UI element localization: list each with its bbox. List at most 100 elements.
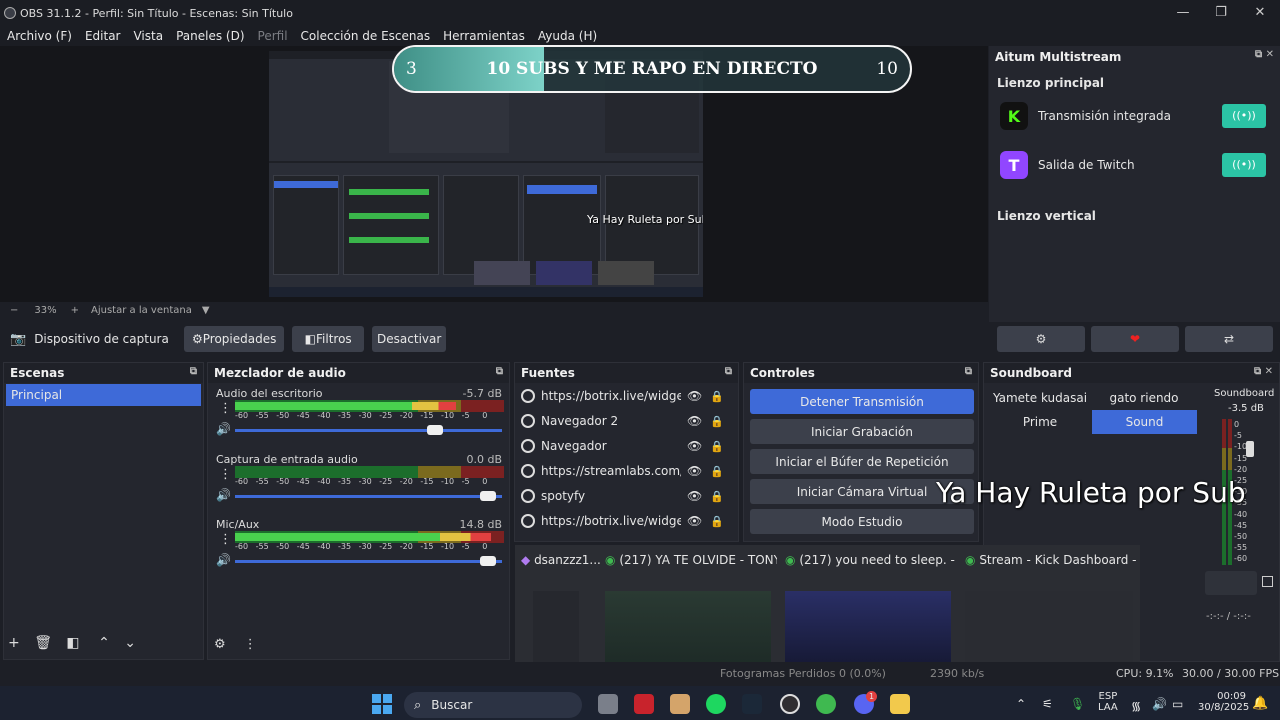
source-item[interactable]: https://botrix.live/widgets/g 👁 🔒 (521, 385, 735, 407)
stream-toggle-button[interactable]: ((•)) (1222, 153, 1266, 177)
source-item[interactable]: https://streamlabs.com/ale 👁 🔒 (521, 460, 735, 482)
eye-icon[interactable]: 👁 (687, 489, 702, 503)
volume-slider-knob[interactable] (427, 425, 444, 435)
fit-window-dropdown[interactable]: Ajustar a la ventana (91, 305, 192, 316)
eye-icon[interactable]: 👁 (687, 514, 702, 528)
filter-icon[interactable]: ◧ (66, 635, 79, 651)
battery-icon[interactable]: ▭ (1172, 697, 1183, 711)
obs-icon[interactable] (780, 694, 800, 714)
add-icon[interactable]: + (8, 635, 20, 651)
volume-slider-knob[interactable] (480, 556, 497, 566)
source-item[interactable]: https://botrix.live/widgets/e 👁 🔒 (521, 510, 735, 532)
minimize-button[interactable]: — (1168, 4, 1198, 22)
eye-icon[interactable]: 👁 (687, 464, 702, 478)
menu-help[interactable]: Ayuda (H) (538, 29, 597, 43)
speaker-icon[interactable]: 🔊 (216, 422, 231, 436)
soundboard-checkbox[interactable] (1262, 576, 1273, 587)
stop-streaming-button[interactable]: Detener Transmisión (750, 389, 974, 414)
lock-icon[interactable]: 🔒 (710, 490, 724, 503)
sound-gato-button[interactable]: gato riendo (1094, 387, 1194, 409)
sound-sound-button[interactable]: Sound (1092, 410, 1197, 434)
maximize-button[interactable]: ❐ (1206, 4, 1236, 22)
notification-bell-icon[interactable]: 🔔 (1252, 696, 1268, 711)
scene-item-principal[interactable]: Principal (6, 384, 201, 406)
donate-heart-button[interactable]: ❤ (1091, 326, 1179, 352)
task-view-icon[interactable] (598, 694, 618, 714)
spotify-icon[interactable] (706, 694, 726, 714)
microphone-icon[interactable]: 🎙 (1070, 697, 1085, 711)
eye-icon[interactable]: 👁 (687, 389, 702, 403)
start-recording-button[interactable]: Iniciar Grabación (750, 419, 974, 444)
eye-icon[interactable]: 👁 (687, 414, 702, 428)
menu-view[interactable]: Vista (133, 29, 163, 43)
settings-gear-button[interactable]: ⚙ (997, 326, 1085, 352)
share-button[interactable]: ⇄ (1185, 326, 1273, 352)
menu-tools[interactable]: Herramientas (443, 29, 525, 43)
volume-slider-knob[interactable] (480, 491, 497, 501)
thumb-preview-0[interactable] (533, 591, 579, 669)
volume-slider[interactable] (235, 556, 502, 566)
menu-dots-icon[interactable]: ⋮ (219, 467, 232, 482)
windows-start-icon[interactable] (372, 694, 392, 714)
chrome-icon[interactable] (816, 694, 836, 714)
soundboard-volume-knob[interactable] (1246, 441, 1254, 457)
dock-undock-icon[interactable]: ⧉ (965, 366, 972, 377)
app-icon-tan[interactable] (670, 694, 690, 714)
speaker-icon[interactable]: 🔊 (216, 488, 231, 502)
tray-chevron-up-icon[interactable]: ⌃ (1016, 697, 1026, 711)
thumb-preview-2[interactable] (785, 591, 951, 669)
filters-button[interactable]: ◧ Filtros (292, 326, 365, 352)
properties-button[interactable]: ⚙ Propiedades (184, 326, 285, 352)
thumb-preview-3[interactable] (965, 591, 1133, 669)
chevron-down-icon[interactable]: ▼ (202, 305, 210, 316)
eye-icon[interactable]: 👁 (687, 439, 702, 453)
zoom-in-button[interactable]: + (71, 305, 79, 316)
menu-scene-collection[interactable]: Colección de Escenas (301, 29, 431, 43)
close-button[interactable]: ✕ (1245, 4, 1275, 22)
deactivate-button[interactable]: Desactivar (372, 326, 447, 352)
lock-icon[interactable]: 🔒 (710, 415, 724, 428)
studio-mode-button[interactable]: Modo Estudio (750, 509, 974, 534)
lock-icon[interactable]: 🔒 (710, 390, 724, 403)
chevron-down-icon[interactable]: ⌄ (124, 635, 136, 651)
lock-icon[interactable]: 🔒 (710, 515, 724, 528)
language-indicator[interactable]: ESP LAA (1098, 691, 1118, 713)
dock-controls-icon[interactable]: ⧉ ✕ (1255, 49, 1274, 60)
menu-docks[interactable]: Paneles (D) (176, 29, 244, 43)
volume-slider[interactable] (235, 491, 502, 501)
menu-dots-icon[interactable]: ⋮ (219, 532, 232, 547)
source-item[interactable]: Navegador 👁 🔒 (521, 435, 735, 457)
taskbar-search[interactable]: ⌕ Buscar (404, 692, 582, 718)
zoom-out-button[interactable]: − (10, 305, 18, 316)
menu-dots-icon[interactable]: ⋮ (219, 401, 232, 416)
thumb-title-1[interactable]: ◉ (217) YA TE OLVIDE - TONY... (605, 553, 777, 567)
sound-yamete-button[interactable]: Yamete kudasai (990, 387, 1090, 409)
volume-icon[interactable]: 🔊 (1152, 697, 1167, 711)
app-icon-red[interactable] (634, 694, 654, 714)
steam-icon[interactable] (742, 694, 762, 714)
thumb-title-2[interactable]: ◉ (217) you need to sleep. - Y... (785, 553, 957, 567)
trash-icon[interactable]: 🗑 (34, 635, 52, 651)
dock-undock-icon[interactable]: ⧉ (725, 366, 732, 377)
chevron-up-icon[interactable]: ⌃ (98, 635, 110, 651)
speaker-icon[interactable]: 🔊 (216, 553, 231, 567)
advanced-audio-gear-icon[interactable]: ⚙ (214, 637, 226, 652)
lock-icon[interactable]: 🔒 (710, 440, 724, 453)
menu-file[interactable]: Archivo (F) (7, 29, 72, 43)
clock[interactable]: 00:09 30/8/2025 (1198, 691, 1249, 713)
menu-profile[interactable]: Perfil (258, 29, 288, 43)
dock-undock-icon[interactable]: ⧉ (190, 366, 197, 377)
volume-slider[interactable] (235, 425, 502, 435)
lock-icon[interactable]: 🔒 (710, 465, 724, 478)
file-explorer-icon[interactable] (890, 694, 910, 714)
menu-edit[interactable]: Editar (85, 29, 121, 43)
network-off-icon[interactable]: ⚟ (1042, 697, 1053, 711)
wifi-icon[interactable]: ᯾ (1131, 697, 1141, 714)
dock-controls-icon[interactable]: ⧉ ✕ (1254, 366, 1273, 377)
sound-prime-button[interactable]: Prime (990, 411, 1090, 433)
dock-undock-icon[interactable]: ⧉ (496, 366, 503, 377)
menu-dots-icon[interactable]: ⋮ (244, 637, 257, 652)
thumb-title-0[interactable]: ◆ dsanzzz1... (521, 553, 603, 567)
soundboard-input[interactable] (1205, 571, 1257, 595)
start-replay-buffer-button[interactable]: Iniciar el Búfer de Repetición (750, 449, 974, 474)
